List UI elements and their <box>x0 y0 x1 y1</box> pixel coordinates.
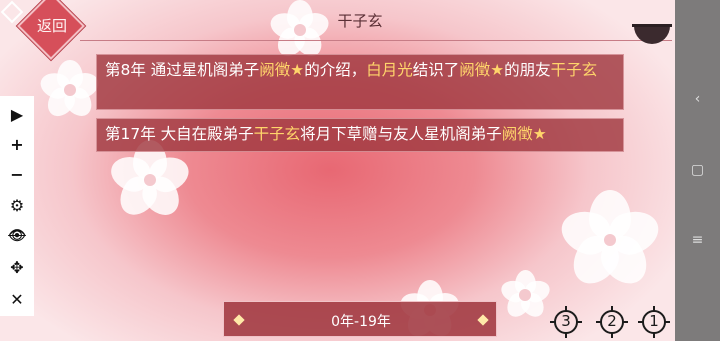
target-slot-3[interactable]: 3 <box>550 306 582 338</box>
back-button-label[interactable]: 返回 <box>28 15 76 36</box>
blossom-decoration <box>497 270 553 322</box>
event-text: 的朋友 <box>504 61 551 79</box>
bowl-icon <box>632 24 672 44</box>
blossom-decoration <box>37 60 103 122</box>
event-item: 第8年 通过星机阁弟子阙徵★的介绍，白月光结识了阙徵★的朋友干子玄 <box>96 54 624 110</box>
zoom-in-icon[interactable]: + <box>0 130 34 158</box>
close-icon[interactable]: ✕ <box>0 285 34 313</box>
timeline-range-button[interactable]: 0年-19年 <box>223 301 497 337</box>
highlighted-name: 干子玄 <box>253 125 301 143</box>
system-home-icon[interactable]: ▢ <box>675 157 720 183</box>
play-icon[interactable]: ▶ <box>0 100 34 128</box>
blossom-decoration <box>555 190 665 293</box>
move-icon[interactable]: ✥ <box>0 253 34 281</box>
highlighted-name: 阙徵★ <box>459 61 505 79</box>
corner-ornament <box>0 0 22 22</box>
crosshair-tick <box>653 332 655 338</box>
timeline-range-label: 0年-19年 <box>331 314 391 330</box>
highlighted-name: 干子玄 <box>550 61 598 79</box>
title-divider <box>80 40 672 41</box>
slot-number: 3 <box>561 312 571 330</box>
event-item: 第17年 大自在殿弟子干子玄将月下草赠与友人星机阁弟子阙徵★ <box>96 118 624 152</box>
event-text: 第17年 大自在殿弟子 <box>105 125 254 143</box>
blossom-decoration <box>106 140 194 223</box>
event-text: 结识了 <box>412 61 460 79</box>
system-back-icon[interactable]: ‹ <box>675 86 720 112</box>
event-text: 第8年 通过星机阁弟子 <box>105 61 260 79</box>
crosshair-tick <box>565 332 567 338</box>
gear-icon[interactable]: ⚙ <box>0 191 34 219</box>
event-text: 将月下草赠与友人星机阁弟子 <box>300 125 502 143</box>
page-title: 干子玄 <box>337 12 383 30</box>
zoom-out-icon[interactable]: − <box>0 160 34 188</box>
crosshair-tick <box>611 332 613 338</box>
target-slot-1[interactable]: 1 <box>638 306 670 338</box>
event-text: 的介绍， <box>304 61 367 79</box>
slot-number: 1 <box>649 312 659 330</box>
highlighted-name: 白月光 <box>366 61 413 79</box>
eye-off-icon[interactable]: 👁 <box>0 222 34 250</box>
system-menu-icon[interactable]: ≡ <box>675 227 720 253</box>
slot-number: 2 <box>607 312 617 330</box>
highlighted-name: 阙徵★ <box>501 125 547 143</box>
highlighted-name: 阙徵★ <box>259 61 305 79</box>
target-slot-2[interactable]: 2 <box>596 306 628 338</box>
